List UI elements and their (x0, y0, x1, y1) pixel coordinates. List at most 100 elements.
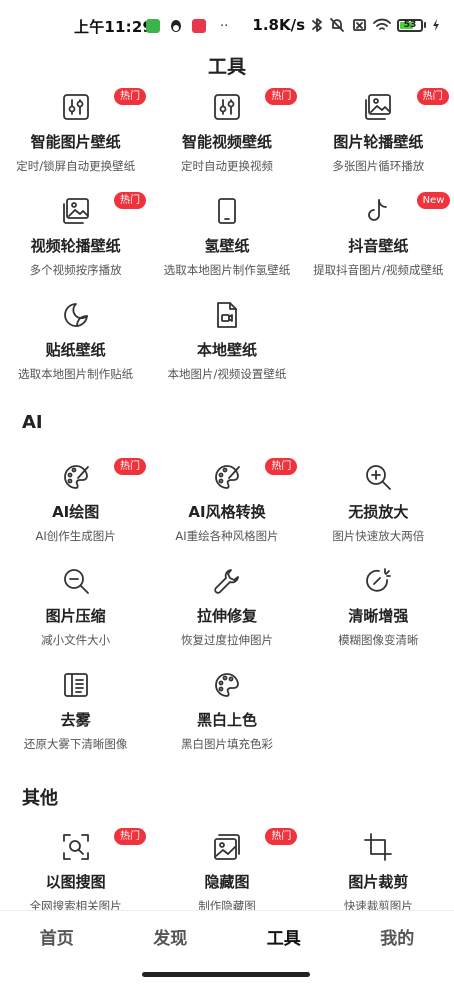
tool-stretch-repair[interactable]: 拉伸修复 恢复过度拉伸图片 (151, 566, 302, 670)
tool-desc: 提取抖音图片/视频成壁纸 (313, 263, 444, 277)
hidden-image-icon (214, 834, 240, 860)
tab-home[interactable]: 首页 (0, 911, 114, 968)
bottom-tab-bar: 首页 发现 工具 我的 (0, 910, 454, 968)
home-indicator[interactable] (142, 972, 310, 977)
tool-name: 智能视频壁纸 (181, 133, 272, 151)
tool-name: 贴纸壁纸 (45, 341, 106, 359)
tool-name: 拉伸修复 (196, 607, 257, 625)
status-bar: 上午11:29 ·· 1.8K/s 53 (0, 0, 454, 50)
tool-desc: 模糊图像变清晰 (338, 633, 419, 647)
charging-icon (433, 19, 439, 31)
tool-desc: 多个视频按序播放 (29, 263, 122, 277)
tool-hydrogen-wallpaper[interactable]: 氢壁纸 选取本地图片制作氢壁纸 (151, 196, 302, 300)
no-sim-icon (353, 19, 366, 31)
tool-name: 抖音壁纸 (348, 237, 409, 255)
dehaze-icon (63, 673, 88, 697)
tool-ai-drawing[interactable]: 热门 AI绘图 AI创作生成图片 (0, 458, 151, 566)
tool-name: 视频轮播壁纸 (30, 237, 121, 255)
tool-name: 无损放大 (348, 503, 409, 521)
tab-discover[interactable]: 发现 (114, 911, 228, 968)
tool-desc: 选取本地图片制作氢壁纸 (163, 263, 291, 277)
section-title-other: 其他 (22, 788, 58, 809)
tool-image-carousel-wallpaper[interactable]: 热门 图片轮播壁纸 多张图片循环播放 (303, 88, 454, 196)
sliders-icon (214, 94, 240, 120)
hot-badge: 热门 (114, 88, 146, 105)
hot-badge: 热门 (114, 458, 146, 475)
wechat-icon (146, 19, 160, 33)
section-title-ai: AI (22, 412, 43, 433)
sticker-icon (63, 303, 88, 327)
hot-badge: 热门 (114, 828, 146, 845)
system-indicators: 1.8K/s 53 (252, 16, 440, 34)
tool-name: 本地壁纸 (196, 341, 257, 359)
zoom-in-icon (366, 465, 392, 490)
palette-brush-icon (63, 465, 89, 489)
tool-desc: 多张图片循环播放 (332, 159, 425, 173)
qq-icon (171, 20, 181, 32)
tab-tools[interactable]: 工具 (227, 911, 341, 968)
tool-name: 以图搜图 (45, 873, 106, 891)
hot-badge: 热门 (114, 192, 146, 209)
tool-smart-video-wallpaper[interactable]: 热门 智能视频壁纸 定时自动更换视频 (151, 88, 302, 196)
page-title: 工具 (207, 56, 246, 78)
hot-badge: 热门 (265, 88, 298, 105)
palette-brush-icon (215, 465, 240, 489)
tool-lossless-upscale[interactable]: 无损放大 图片快速放大两倍 (303, 462, 454, 566)
tool-name: AI风格转换 (188, 503, 266, 521)
wrench-icon (214, 569, 239, 594)
tool-desc: 图片快速放大两倍 (332, 529, 425, 543)
tool-name: 智能图片壁纸 (30, 133, 121, 151)
tool-local-wallpaper[interactable]: 本地壁纸 本地图片/视频设置壁纸 (151, 300, 302, 404)
sparkle-icon (366, 568, 392, 592)
tool-name: 图片轮播壁纸 (333, 133, 424, 151)
wallpaper-tools-grid: 热门 智能图片壁纸 定时/锁屏自动更换壁纸 热门 智能视频壁纸 定时自动更换视频… (0, 88, 454, 404)
tool-name: 氢壁纸 (204, 237, 250, 255)
status-time: 上午11:29 (74, 18, 154, 36)
mute-icon (330, 18, 344, 32)
file-video-icon (217, 302, 237, 328)
tool-desc: 定时自动更换视频 (180, 159, 273, 173)
battery-icon: 53 (397, 18, 426, 32)
tool-smart-image-wallpaper[interactable]: 热门 智能图片壁纸 定时/锁屏自动更换壁纸 (0, 88, 151, 196)
tool-desc: 还原大雾下清晰图像 (23, 737, 128, 751)
tool-colorize[interactable]: 黑白上色 黑白图片填充色彩 (151, 670, 302, 774)
tool-desc: AI重绘各种风格图片 (175, 529, 279, 543)
tool-dehaze[interactable]: 去雾 还原大雾下清晰图像 (0, 670, 151, 774)
tool-desc: AI创作生成图片 (35, 529, 116, 543)
battery-level: 53 (403, 19, 417, 30)
tool-sticker-wallpaper[interactable]: 贴纸壁纸 选取本地图片制作贴纸 (0, 300, 151, 404)
tool-name: 隐藏图 (204, 873, 250, 891)
tool-desc: 恢复过度拉伸图片 (180, 633, 273, 647)
tool-name: 去雾 (60, 711, 91, 729)
tool-name: 图片压缩 (45, 607, 106, 625)
image-stack-icon (365, 94, 392, 120)
image-search-icon (62, 834, 89, 860)
tool-name: 清晰增强 (348, 607, 409, 625)
crop-icon (364, 833, 393, 861)
tool-desc: 黑白图片填充色彩 (180, 737, 273, 751)
tool-name: 图片裁剪 (348, 873, 409, 891)
network-speed: 1.8K/s (252, 16, 305, 34)
ai-tools-grid: 热门 AI绘图 AI创作生成图片 热门 AI风格转换 AI重绘各种风格图片 无损… (0, 458, 454, 774)
tool-desc: 定时/锁屏自动更换壁纸 (16, 159, 136, 173)
tool-desc: 选取本地图片制作贴纸 (18, 367, 134, 381)
tool-douyin-wallpaper[interactable]: New 抖音壁纸 提取抖音图片/视频成壁纸 (303, 192, 454, 300)
tool-clarity-enhance[interactable]: 清晰增强 模糊图像变清晰 (303, 566, 454, 670)
tool-desc: 本地图片/视频设置壁纸 (167, 367, 287, 381)
tool-video-carousel-wallpaper[interactable]: 热门 视频轮播壁纸 多个视频按序播放 (0, 192, 151, 300)
app-notification-icon (192, 19, 206, 33)
notification-icons: ·· (146, 18, 228, 34)
more-notifications-icon: ·· (220, 18, 229, 34)
tool-ai-style-transfer[interactable]: 热门 AI风格转换 AI重绘各种风格图片 (151, 458, 302, 566)
bluetooth-icon (312, 18, 322, 32)
new-badge: New (416, 192, 451, 209)
palette-icon (215, 673, 239, 697)
sliders-icon (62, 94, 89, 120)
tool-image-compress[interactable]: 图片压缩 减小文件大小 (0, 566, 151, 670)
tab-mine[interactable]: 我的 (341, 911, 454, 968)
hot-badge: 热门 (265, 828, 298, 845)
tool-desc: 减小文件大小 (41, 633, 111, 647)
phone-icon (218, 198, 236, 224)
tool-name: 黑白上色 (196, 711, 257, 729)
hot-badge: 热门 (265, 458, 298, 475)
